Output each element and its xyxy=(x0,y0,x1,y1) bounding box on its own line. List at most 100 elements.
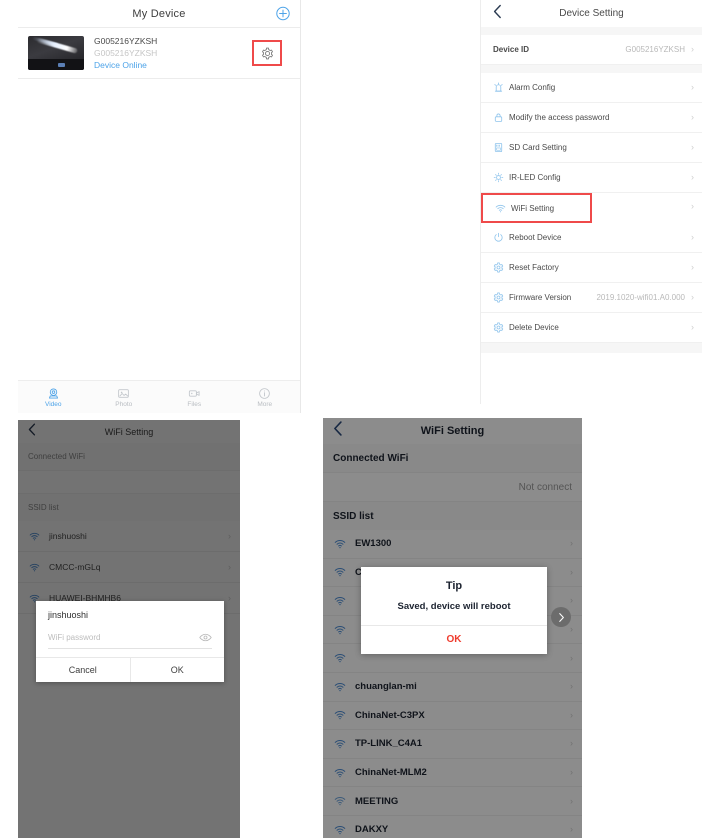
chevron-right-icon: › xyxy=(691,292,694,302)
connected-wifi-row[interactable]: Not connect xyxy=(323,472,582,502)
wifi-icon xyxy=(334,597,346,606)
row-reboot-device[interactable]: Reboot Device › xyxy=(481,223,702,253)
ssid-name: EW1300 xyxy=(355,538,392,550)
ssid-name: jinshuoshi xyxy=(49,531,87,541)
tab-more-label: More xyxy=(257,400,273,408)
sdcard-icon xyxy=(493,142,509,153)
back-button[interactable] xyxy=(333,421,343,441)
ssid-list-section: SSID list xyxy=(323,502,582,530)
photo-icon xyxy=(118,388,130,398)
tab-files[interactable]: Files xyxy=(159,387,230,408)
chevron-right-icon: › xyxy=(691,142,694,152)
eye-icon[interactable] xyxy=(199,633,212,642)
row-label: WiFi Setting xyxy=(511,203,555,213)
chevron-left-icon xyxy=(28,423,36,435)
chevron-right-icon: › xyxy=(570,824,573,835)
ssid-list-item[interactable]: ChinaNet-C3PX › xyxy=(323,701,582,731)
connected-wifi-row[interactable] xyxy=(18,470,240,494)
row-wifi-setting[interactable]: WiFi Setting xyxy=(481,193,592,223)
tab-video-label: Video xyxy=(44,400,62,408)
page-title: My Device xyxy=(132,7,186,20)
camera-icon xyxy=(48,387,58,399)
row-label: Reboot Device xyxy=(509,233,562,242)
row-modify-access-password[interactable]: Modify the access password › xyxy=(481,103,702,133)
row-ir-led-config[interactable]: IR-LED Config › xyxy=(481,163,702,193)
chevron-right-icon: › xyxy=(691,201,694,211)
chevron-right-icon: › xyxy=(691,172,694,182)
files-icon xyxy=(188,389,200,397)
device-meta: G005216YZKSH G005216YZKSH Device Online xyxy=(94,36,242,70)
wifi-icon xyxy=(29,532,40,540)
power-icon xyxy=(493,232,509,243)
gear-icon xyxy=(493,292,509,303)
chevron-right-icon: › xyxy=(691,44,694,54)
row-label: SD Card Setting xyxy=(509,143,567,152)
gear-icon xyxy=(261,47,273,59)
tab-more[interactable]: More xyxy=(230,387,301,408)
wifi-password-field[interactable]: WiFi password xyxy=(48,627,212,649)
page-title: WiFi Setting xyxy=(104,426,154,437)
wifi-icon xyxy=(495,203,511,214)
device-settings-button[interactable] xyxy=(252,40,282,66)
row-device-id[interactable]: Device ID G005216YZKSH › xyxy=(481,35,702,65)
row-delete-device[interactable]: Delete Device › xyxy=(481,313,702,343)
chevron-left-icon xyxy=(493,4,501,18)
tab-video[interactable]: Video xyxy=(18,387,89,408)
wifi-password-placeholder: WiFi password xyxy=(48,633,101,642)
scroll-next-button[interactable] xyxy=(551,607,571,627)
wifi-icon xyxy=(334,711,346,720)
device-setting-panel: Device Setting Device ID G005216YZKSH › … xyxy=(480,0,702,404)
ssid-name: DAKXY xyxy=(355,824,389,836)
wifi-icon xyxy=(29,563,40,571)
chevron-right-icon: › xyxy=(570,566,573,577)
device-subtitle: G005216YZKSH xyxy=(94,48,158,58)
info-icon xyxy=(259,387,271,399)
row-label: Delete Device xyxy=(509,323,559,332)
ssid-list-item[interactable]: jinshuoshi › xyxy=(18,521,240,552)
tab-photo[interactable]: Photo xyxy=(89,387,160,408)
back-button[interactable] xyxy=(493,4,502,23)
plus-circle-icon xyxy=(275,6,290,21)
add-device-button[interactable] xyxy=(275,6,290,21)
chevron-right-icon: › xyxy=(228,592,231,603)
row-sd-card-setting[interactable]: SD Card Setting › xyxy=(481,133,702,163)
tab-photo-label: Photo xyxy=(115,400,133,408)
tip-dialog-title: Tip xyxy=(445,580,463,592)
row-reset-factory[interactable]: Reset Factory › xyxy=(481,253,702,283)
alarm-icon xyxy=(493,82,509,93)
wifi-icon xyxy=(334,654,346,663)
ssid-name: ChinaNet-C3PX xyxy=(355,709,425,721)
cancel-button[interactable]: Cancel xyxy=(36,658,130,682)
my-device-navbar: My Device xyxy=(18,0,300,27)
firmware-version-value: 2019.1020-wifi01.A0.000 xyxy=(596,293,685,302)
page-title: Device Setting xyxy=(559,8,624,19)
bottom-tabbar: Video Photo Files More xyxy=(18,380,300,413)
chevron-right-icon xyxy=(558,612,564,622)
row-alarm-config[interactable]: Alarm Config › xyxy=(481,73,702,103)
device-list-item[interactable]: G005216YZKSH G005216YZKSH Device Online xyxy=(18,27,300,79)
wifi-icon xyxy=(334,740,346,749)
ssid-list-item[interactable]: MEETING › xyxy=(323,787,582,816)
chevron-right-icon: › xyxy=(570,538,573,549)
ok-button[interactable]: OK xyxy=(361,625,547,654)
wifi-left-navbar: WiFi Setting xyxy=(18,420,240,444)
ssid-list-item[interactable]: EW1300 › xyxy=(323,530,582,559)
device-setting-navbar: Device Setting xyxy=(481,0,702,27)
connected-wifi-value: Not connect xyxy=(518,481,572,493)
lock-icon xyxy=(493,112,509,123)
chevron-right-icon: › xyxy=(691,82,694,92)
back-button[interactable] xyxy=(28,423,36,441)
ssid-list-item[interactable]: CMCC-mGLq › xyxy=(18,552,240,583)
ok-button[interactable]: OK xyxy=(129,658,225,682)
ssid-list-item[interactable]: chuanglan-mi › xyxy=(323,672,582,702)
ssid-list-item[interactable]: TP-LINK_C4A1 › xyxy=(323,730,582,759)
chevron-right-icon: › xyxy=(570,681,573,692)
chevron-right-icon: › xyxy=(570,795,573,806)
ssid-list-item[interactable]: ChinaNet-MLM2 › xyxy=(323,758,582,788)
wifi-icon xyxy=(334,768,346,777)
ssid-list-item[interactable]: DAKXY › xyxy=(323,815,582,838)
device-id-value: G005216YZKSH xyxy=(625,45,685,54)
chevron-right-icon: › xyxy=(691,322,694,332)
row-firmware-version[interactable]: Firmware Version 2019.1020-wifi01.A0.000… xyxy=(481,283,702,313)
chevron-right-icon: › xyxy=(691,262,694,272)
